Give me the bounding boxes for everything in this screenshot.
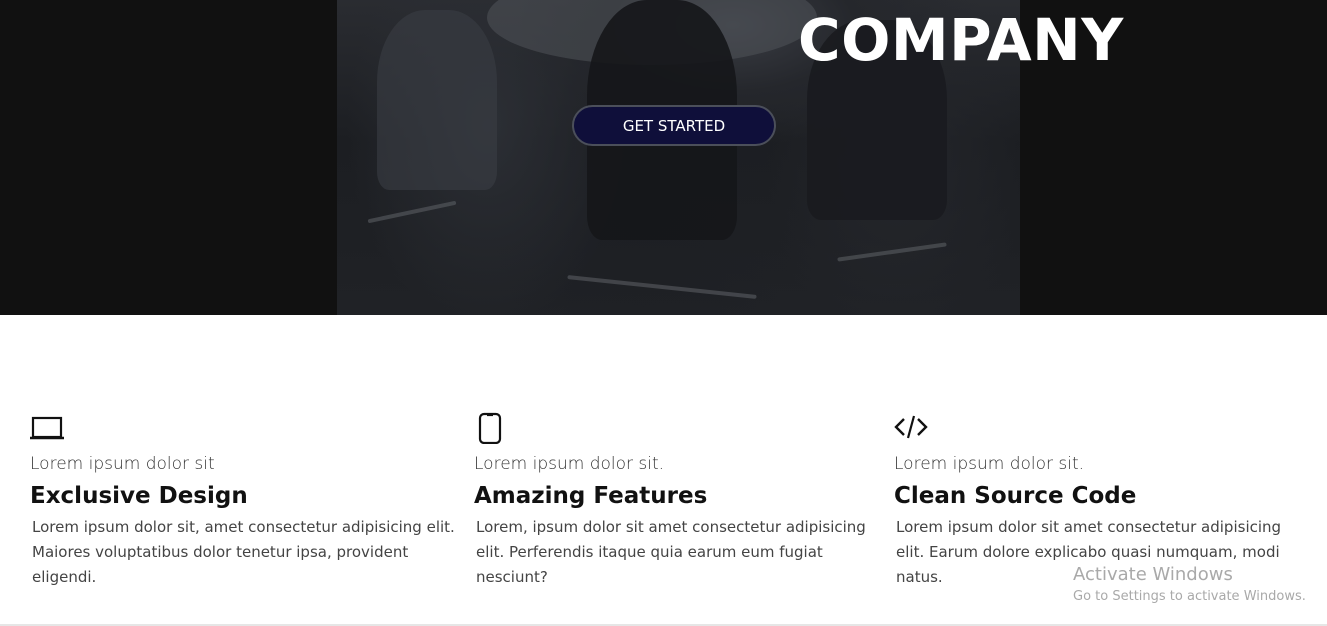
hero-section: COMPANY GET STARTED (0, 0, 1327, 315)
code-icon (894, 415, 928, 439)
get-started-button[interactable]: GET STARTED (572, 105, 776, 146)
watermark-subtitle: Go to Settings to activate Windows. (1073, 589, 1306, 604)
person-silhouette (377, 10, 497, 190)
laptop-icon (30, 416, 64, 440)
feature-kicker: Lorem ipsum dolor sit. (894, 454, 1085, 474)
feature-description: Lorem ipsum dolor sit, amet consectetur … (32, 518, 455, 586)
chair-base (567, 275, 757, 299)
chair-base (837, 242, 947, 262)
feature-title: Clean Source Code (894, 483, 1137, 509)
feature-card-exclusive-design: Lorem ipsum dolor sit Exclusive Design L… (30, 410, 470, 590)
feature-title: Exclusive Design (30, 483, 248, 509)
feature-kicker: Lorem ipsum dolor sit. (474, 454, 665, 474)
chair-base (367, 200, 457, 224)
feature-description: Lorem ipsum dolor sit amet consectetur a… (896, 518, 1282, 586)
feature-description: Lorem, ipsum dolor sit amet consectetur … (476, 518, 866, 586)
feature-card-clean-source-code: Lorem ipsum dolor sit. Clean Source Code… (894, 410, 1304, 590)
feature-kicker: Lorem ipsum dolor sit (30, 454, 215, 474)
feature-card-amazing-features: Lorem ipsum dolor sit. Amazing Features … (474, 410, 886, 590)
mobile-phone-icon (478, 412, 502, 444)
feature-title: Amazing Features (474, 483, 708, 509)
hero-title: COMPANY (798, 6, 1124, 74)
